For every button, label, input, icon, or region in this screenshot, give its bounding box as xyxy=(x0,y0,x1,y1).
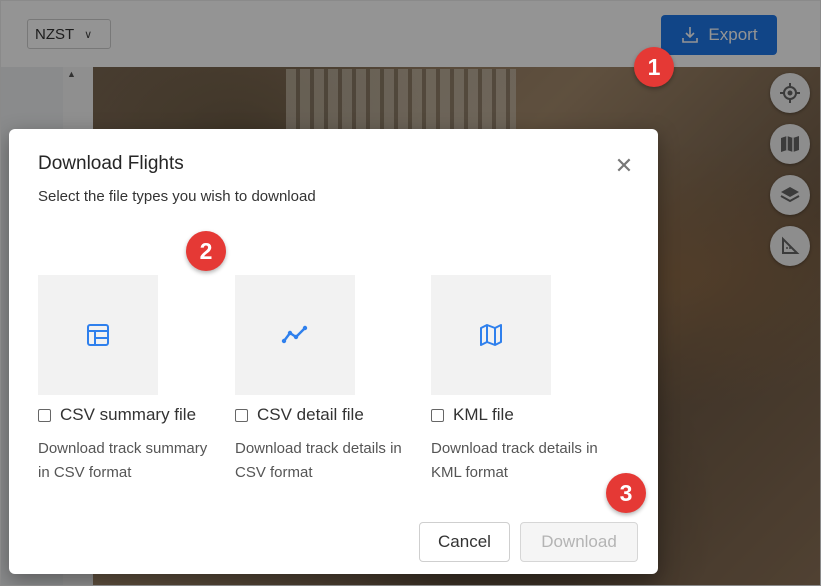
close-icon[interactable]: ✕ xyxy=(613,155,635,177)
option-csv-detail: CSV detail file Download track details i… xyxy=(235,275,420,485)
cancel-button[interactable]: Cancel xyxy=(419,522,510,562)
callout-badge-2: 2 xyxy=(186,231,226,271)
app-window: NZST ∨ Export ▲ Download Flights ✕ Selec… xyxy=(0,0,821,586)
csv-summary-tile[interactable] xyxy=(38,275,158,395)
csv-detail-checkbox[interactable] xyxy=(235,408,248,422)
csv-summary-description: Download track summary in CSV format xyxy=(38,440,208,481)
csv-detail-label: CSV detail file xyxy=(257,405,364,424)
kml-label: KML file xyxy=(453,405,514,424)
download-button[interactable]: Download xyxy=(520,522,638,562)
kml-description: Download track details in KML format xyxy=(431,440,598,481)
dialog-title: Download Flights xyxy=(38,153,184,174)
callout-badge-1: 1 xyxy=(634,47,674,87)
map-icon xyxy=(480,324,502,346)
line-chart-icon xyxy=(281,325,308,344)
dialog-subtitle: Select the file types you wish to downlo… xyxy=(38,188,316,205)
csv-detail-description: Download track details in CSV format xyxy=(235,440,402,481)
kml-tile[interactable] xyxy=(431,275,551,395)
csv-detail-tile[interactable] xyxy=(235,275,355,395)
option-kml: KML file Download track details in KML f… xyxy=(431,275,616,485)
csv-summary-checkbox[interactable] xyxy=(38,408,51,422)
callout-badge-3: 3 xyxy=(606,473,646,513)
table-icon xyxy=(87,324,109,346)
option-csv-summary: CSV summary file Download track summary … xyxy=(38,275,223,485)
csv-summary-label: CSV summary file xyxy=(60,405,197,424)
download-flights-dialog: Download Flights ✕ Select the file types… xyxy=(9,129,658,574)
kml-checkbox[interactable] xyxy=(431,408,444,422)
